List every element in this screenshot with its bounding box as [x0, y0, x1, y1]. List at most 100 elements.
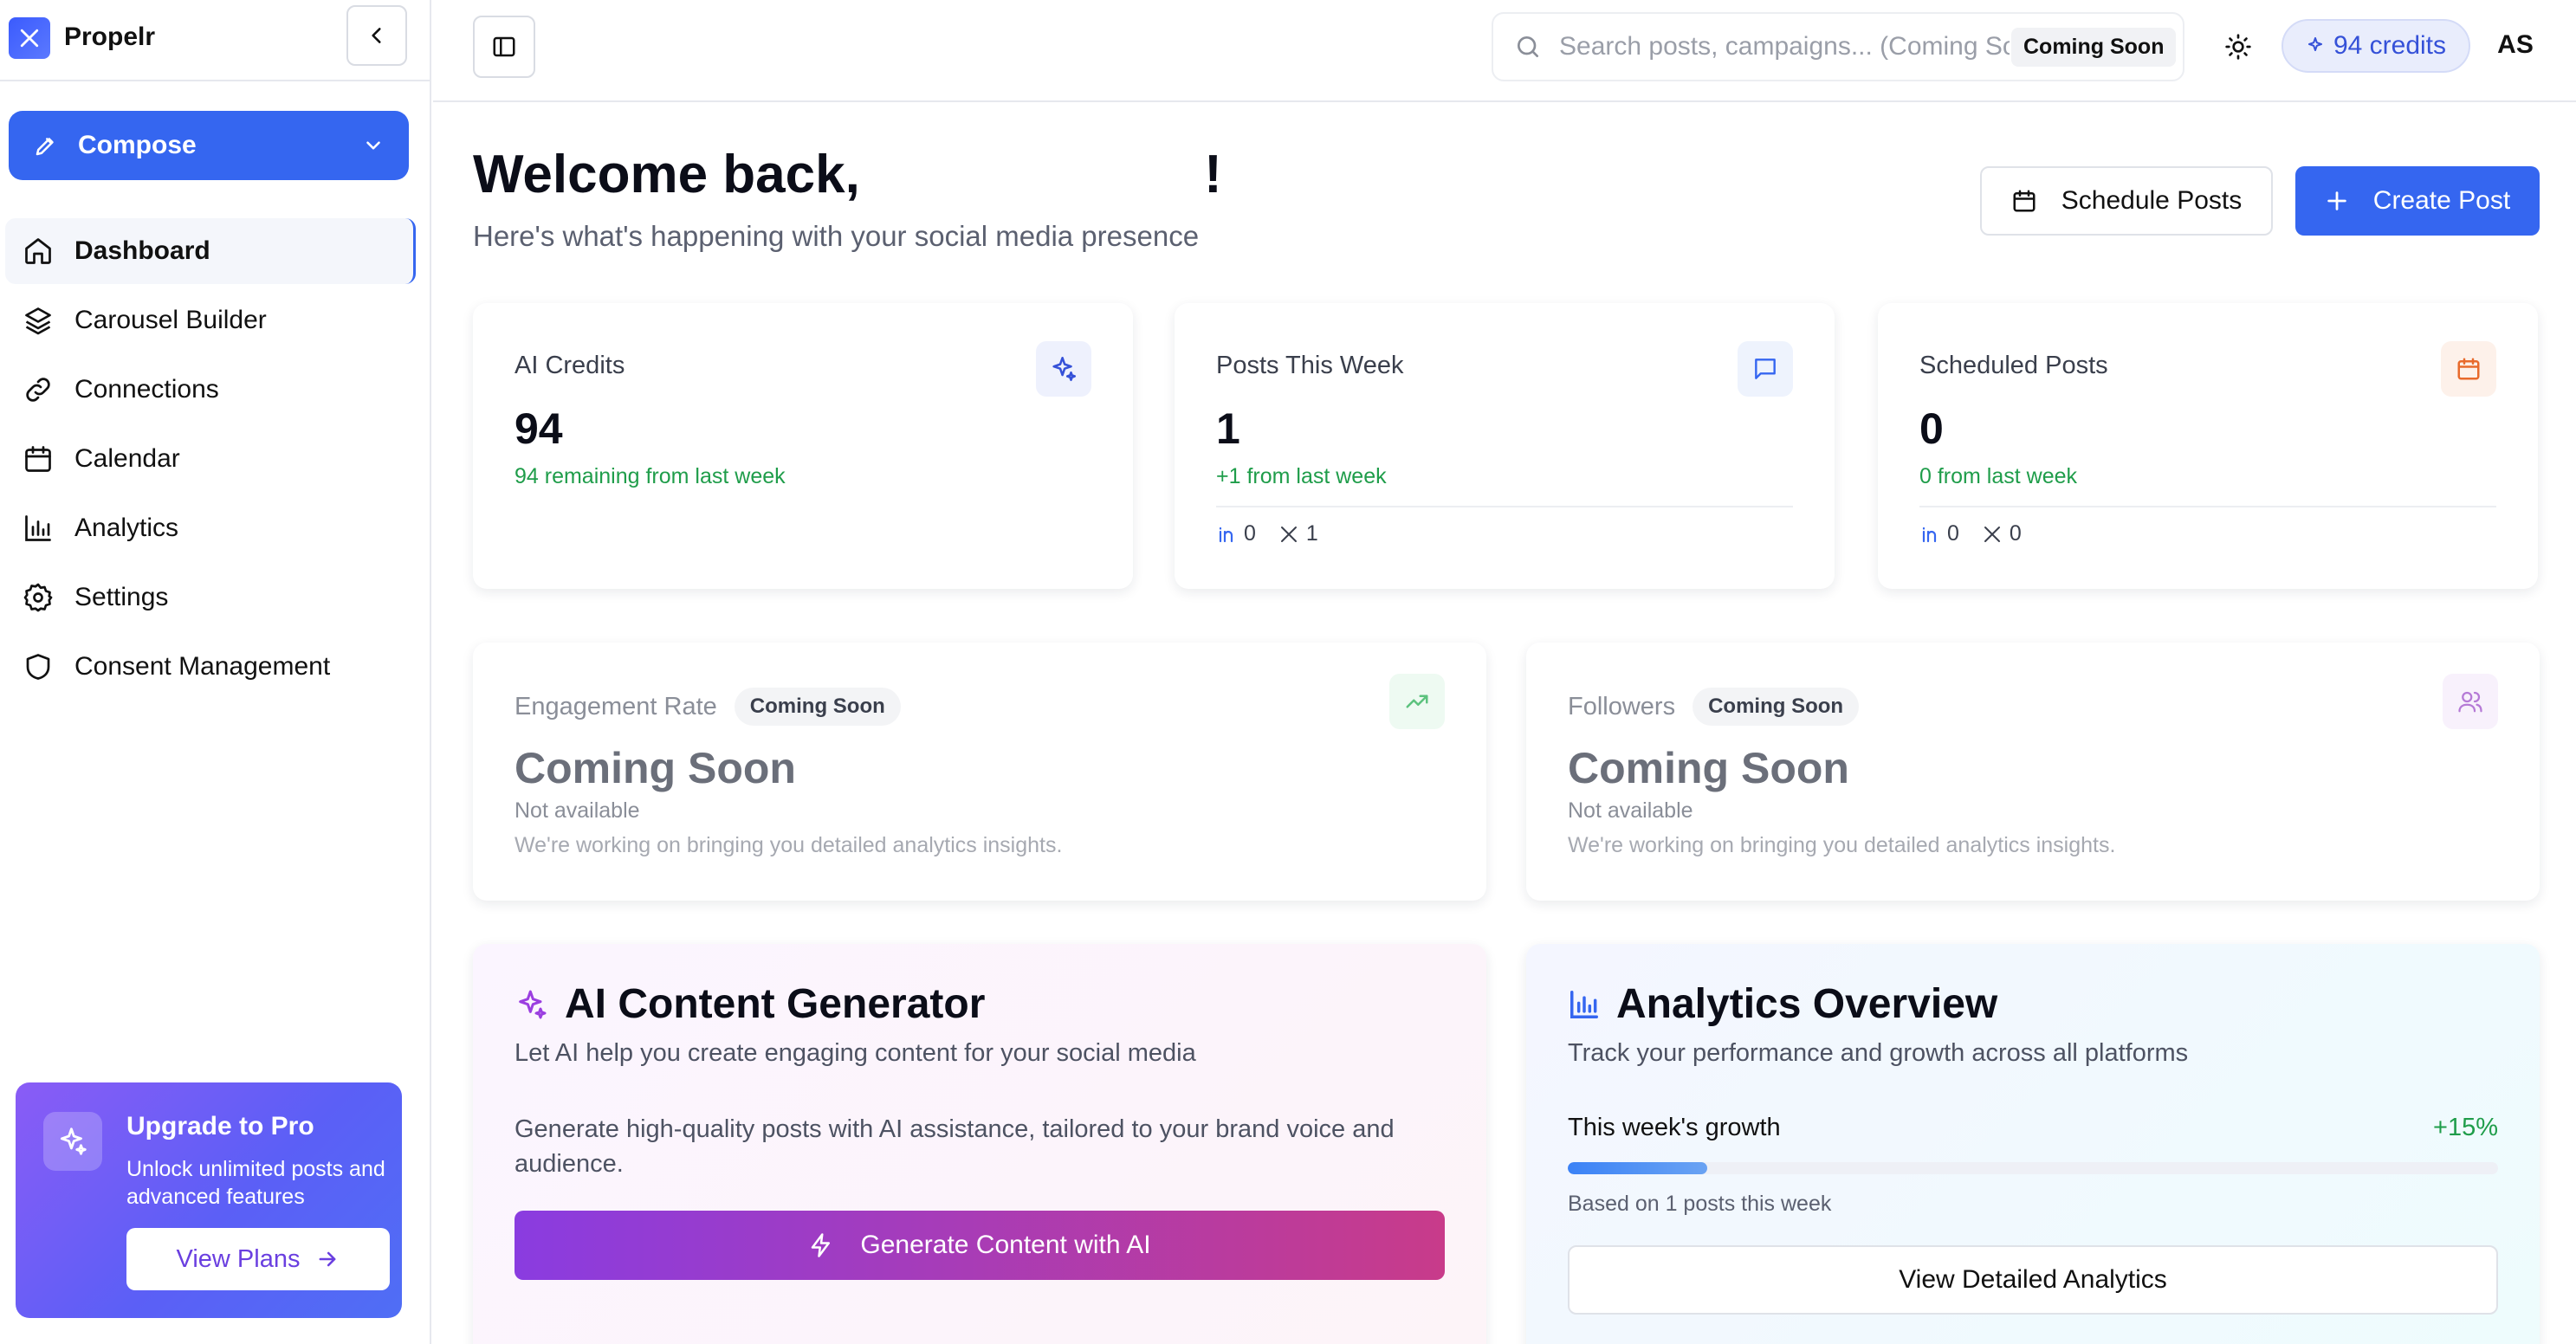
page-subtitle: Here's what's happening with your social…	[473, 220, 1200, 252]
x-count: 1	[1278, 521, 1318, 546]
plus-icon	[2325, 189, 2349, 213]
sparkle-icon	[2306, 36, 2327, 56]
sidebar-item-connections[interactable]: Connections	[5, 357, 416, 423]
upgrade-card: Upgrade to Pro Unlock unlimited posts an…	[16, 1082, 402, 1318]
sidebar-item-consent-management[interactable]: Consent Management	[5, 634, 416, 700]
linkedin-value: 0	[1244, 521, 1256, 546]
toggle-panel-button[interactable]	[473, 16, 535, 78]
stat-card-scheduled-posts: Scheduled Posts 0 0 from last week 0 0	[1878, 303, 2538, 589]
sidebar-item-label: Dashboard	[74, 236, 210, 265]
page-title: Welcome back, !	[473, 144, 1222, 205]
credits-label: 94 credits	[2333, 31, 2447, 60]
stat-card-ai-credits: AI Credits 94 94 remaining from last wee…	[473, 303, 1133, 589]
stat-sub: 0 from last week	[1919, 464, 2078, 488]
platform-breakdown: 0 1	[1216, 521, 1341, 546]
stat-value: 1	[1216, 404, 1240, 453]
stat-label: Posts This Week	[1216, 352, 1404, 379]
card-title: AI Content Generator	[515, 980, 985, 1028]
generate-content-label: Generate Content with AI	[860, 1231, 1151, 1259]
generate-content-button[interactable]: Generate Content with AI	[515, 1211, 1445, 1280]
followers-label: Followers	[1568, 692, 1676, 720]
search-input[interactable]	[1559, 32, 2010, 61]
sidebar-item-calendar[interactable]: Calendar	[5, 426, 416, 492]
linkedin-value: 0	[1947, 521, 1959, 546]
card-body: Generate high-quality posts with AI assi…	[515, 1115, 1395, 1178]
gear-icon	[23, 582, 54, 613]
card-value: Coming Soon	[515, 744, 796, 792]
coming-soon-badge: Coming Soon	[1693, 688, 1860, 726]
card-note: We're working on bringing you detailed a…	[515, 833, 1063, 857]
view-plans-button[interactable]: View Plans	[126, 1228, 390, 1290]
x-value: 0	[2009, 521, 2022, 546]
home-icon	[23, 236, 54, 267]
sidebar-item-carousel-builder[interactable]: Carousel Builder	[5, 288, 416, 353]
stat-label: AI Credits	[515, 352, 625, 379]
divider	[1919, 506, 2496, 507]
search-coming-soon-badge: Coming Soon	[2011, 27, 2177, 67]
growth-value: +15%	[2433, 1114, 2498, 1141]
welcome-prefix: Welcome back,	[473, 145, 860, 204]
view-detailed-analytics-button[interactable]: View Detailed Analytics	[1568, 1245, 2498, 1315]
bar-chart-icon	[23, 513, 54, 544]
layers-icon	[23, 305, 54, 336]
arrow-right-icon	[315, 1247, 340, 1271]
ai-content-generator-card: AI Content Generator Let AI help you cre…	[473, 944, 1486, 1344]
link-icon	[23, 374, 54, 405]
compose-button[interactable]: Compose	[9, 111, 409, 180]
stat-value: 94	[515, 404, 563, 453]
avatar[interactable]: AS	[2489, 19, 2541, 71]
search-icon	[1514, 33, 1542, 61]
analytics-overview-card: Analytics Overview Track your performanc…	[1526, 944, 2540, 1344]
engagement-rate-card: Engagement Rate Coming Soon Coming Soon …	[473, 643, 1486, 901]
create-post-button[interactable]: Create Post	[2295, 166, 2540, 236]
x-logo-icon	[1982, 524, 2003, 545]
card-label: Followers Coming Soon	[1568, 688, 1860, 726]
divider	[1216, 506, 1793, 507]
engagement-label: Engagement Rate	[515, 692, 717, 720]
schedule-posts-button[interactable]: Schedule Posts	[1980, 166, 2273, 236]
lightning-icon	[808, 1232, 834, 1258]
coming-soon-badge: Coming Soon	[734, 688, 901, 726]
app-name: Propelr	[64, 23, 156, 51]
compose-label: Compose	[78, 131, 197, 159]
sidebar-item-label: Analytics	[74, 514, 179, 542]
trending-up-icon	[1389, 674, 1445, 729]
users-icon	[2443, 674, 2498, 729]
growth-progress-bar	[1568, 1162, 2498, 1174]
top-bar: Coming Soon 94 credits AS	[433, 0, 2576, 102]
message-icon	[1738, 341, 1793, 397]
collapse-sidebar-button[interactable]	[346, 5, 407, 66]
sidebar-item-label: Carousel Builder	[74, 306, 267, 334]
linkedin-count: 0	[1919, 521, 1959, 546]
upgrade-title: Upgrade to Pro	[126, 1112, 314, 1140]
sidebar: Propelr Compose Dashboard Carousel Build…	[0, 0, 431, 1344]
card-sub: Not available	[515, 798, 640, 823]
view-detailed-analytics-label: View Detailed Analytics	[1899, 1265, 2167, 1294]
theme-toggle-button[interactable]	[2212, 21, 2264, 73]
chevron-down-icon	[362, 134, 385, 157]
platform-breakdown: 0 0	[1919, 521, 2044, 546]
shield-icon	[23, 651, 54, 682]
sidebar-item-dashboard[interactable]: Dashboard	[5, 218, 416, 284]
bar-chart-icon	[1568, 988, 1601, 1021]
sparkle-icon	[43, 1112, 102, 1171]
card-description: Track your performance and growth across…	[1568, 1039, 2189, 1067]
growth-label: This week's growth	[1568, 1114, 1781, 1141]
brand-header: Propelr	[0, 0, 430, 81]
search-bar: Coming Soon	[1492, 12, 2184, 81]
x-count: 0	[1982, 521, 2022, 546]
calendar-icon	[23, 443, 54, 475]
card-note: We're working on bringing you detailed a…	[1568, 833, 2116, 857]
analytics-title: Analytics Overview	[1616, 981, 1998, 1027]
sun-icon	[2224, 33, 2252, 61]
growth-note: Based on 1 posts this week	[1568, 1192, 1832, 1216]
stat-card-posts-this-week: Posts This Week 1 +1 from last week 0 1	[1175, 303, 1835, 589]
linkedin-icon	[1216, 524, 1237, 545]
create-post-label: Create Post	[2372, 186, 2511, 215]
redacted-username	[875, 153, 1205, 203]
credits-badge[interactable]: 94 credits	[2282, 19, 2470, 73]
x-logo-icon	[1278, 524, 1299, 545]
sidebar-item-analytics[interactable]: Analytics	[5, 495, 416, 561]
sidebar-item-settings[interactable]: Settings	[5, 565, 416, 630]
card-description: Let AI help you create engaging content …	[515, 1039, 1196, 1067]
